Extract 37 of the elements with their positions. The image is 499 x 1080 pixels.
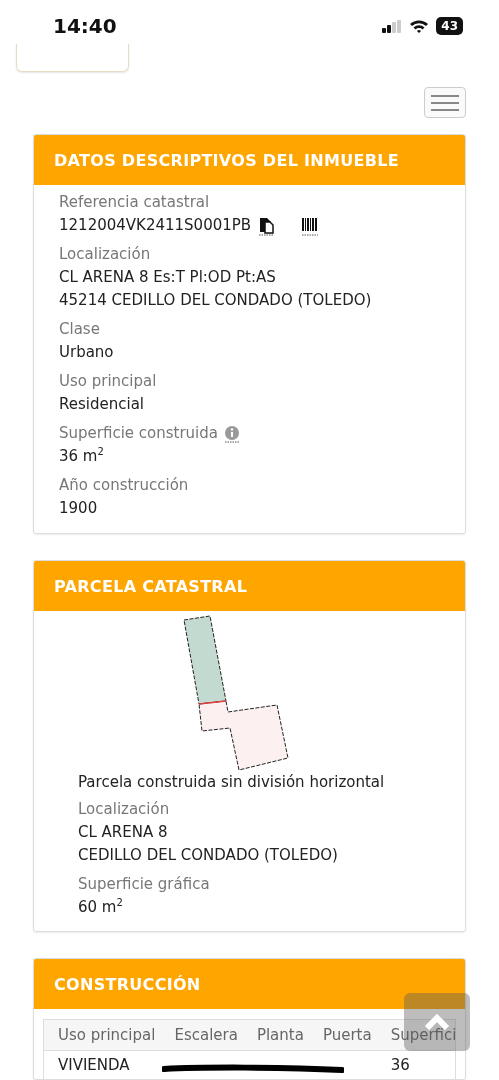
field-value: 36 m$^{2}$ <box>59 445 104 467</box>
field-value: Urbano <box>59 342 114 363</box>
field-label: Clase <box>59 319 100 340</box>
signal-icon <box>382 19 403 33</box>
column-header: Escalera <box>160 1020 243 1051</box>
column-header: Planta <box>242 1020 309 1051</box>
chevron-up-icon <box>424 1014 450 1030</box>
field-label: Superficie construida <box>59 423 218 444</box>
column-header: Puerta <box>308 1020 377 1051</box>
table-cell: VIVIENDA <box>44 1050 161 1079</box>
field-value: 45214 CEDILLO DEL CONDADO (TOLEDO) <box>59 290 372 311</box>
menu-button[interactable] <box>424 87 466 118</box>
field-value: CEDILLO DEL CONDADO (TOLEDO) <box>78 845 338 866</box>
field-label: Año construcción <box>59 475 189 496</box>
field-label: Referencia catastral <box>59 192 210 213</box>
info-icon[interactable] <box>224 424 240 443</box>
parcel-caption: Parcela construida sin división horizontal <box>78 772 386 792</box>
clock: 14:40 <box>53 14 117 38</box>
field-value: CL ARENA 8 Es:T Pl:OD Pt:AS <box>59 267 276 288</box>
section-header: PARCELA CATASTRAL <box>34 561 465 611</box>
field-value: 1900 <box>59 498 98 519</box>
field-value: 1212004VK2411S0001PB <box>59 215 252 236</box>
section-header: DATOS DESCRIPTIVOS DEL INMUEBLE <box>34 135 465 185</box>
section-header: CONSTRUCCIÓN <box>34 959 465 1009</box>
field-value: CL ARENA 8 <box>78 822 168 843</box>
field-label: Uso principal <box>59 371 157 392</box>
field-value: Residencial <box>59 394 144 415</box>
barcode-icon[interactable] <box>301 215 320 236</box>
table-cell: 36 <box>376 1050 455 1079</box>
battery-icon: 43 <box>436 17 463 35</box>
wifi-icon <box>409 19 430 33</box>
field-value: 60 m$^{2}$ <box>78 896 123 918</box>
field-label: Localización <box>78 799 170 820</box>
field-label: Superficie gráfica <box>78 874 210 895</box>
field-label: Localización <box>59 244 151 265</box>
copy-icon[interactable] <box>257 215 276 236</box>
column-header: Uso principal <box>44 1020 161 1051</box>
